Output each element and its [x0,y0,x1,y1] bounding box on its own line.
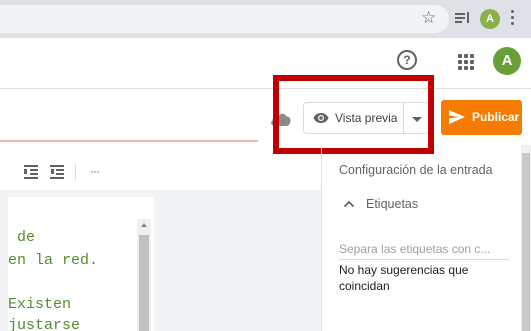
indent-decrease-icon[interactable] [50,165,64,179]
title-input-underline[interactable] [0,140,258,142]
sidebar-divider [321,145,322,331]
code-line: justarse [8,317,81,331]
suggestions-message-line: coincidan [339,279,390,293]
help-icon[interactable]: ? [397,50,417,70]
vertical-dots-icon[interactable] [511,8,515,28]
labels-section-header[interactable]: Etiquetas [366,197,418,211]
browser-toolbar: ☆ A [0,0,531,38]
suggestions-message: No hay sugerencias que coincidan [339,262,504,302]
media-control-icon[interactable] [455,11,471,25]
annotation-highlight-box [273,75,434,154]
chevron-up-icon[interactable] [343,200,355,208]
code-line: en la red. [8,252,99,269]
sidebar-scrollbar[interactable] [521,145,531,331]
publish-button-label: Publicar [472,110,520,124]
apps-grid-icon[interactable] [458,54,474,70]
editor-scrollbar-thumb[interactable] [139,235,149,331]
browser-profile-avatar[interactable]: A [480,9,500,29]
labels-input-placeholder: Separa las etiquetas con c... [339,242,491,256]
post-settings-title: Configuración de la entrada [339,163,493,177]
more-options-icon[interactable]: ··· [90,164,100,178]
code-line: Existen [8,296,72,313]
star-icon[interactable]: ☆ [421,8,436,28]
publish-button[interactable]: Publicar [441,100,522,135]
address-bar[interactable] [0,5,449,33]
indent-increase-icon[interactable] [24,165,38,179]
account-avatar[interactable]: A [493,47,521,75]
editor-toolbar: ··· [0,158,321,186]
suggestions-message-line: No hay sugerencias que [339,263,469,277]
editor-scrollbar[interactable] [137,219,151,331]
sidebar-scrollbar-thumb[interactable] [522,153,530,331]
toolbar-divider [75,164,76,180]
header-divider [0,88,531,89]
html-editor[interactable]: de en la red. Existen justarse [8,197,154,331]
labels-input[interactable]: Separa las etiquetas con c... [339,241,509,260]
code-line: de [8,229,36,246]
scroll-up-arrow-icon[interactable] [141,223,147,227]
send-icon [449,110,465,124]
